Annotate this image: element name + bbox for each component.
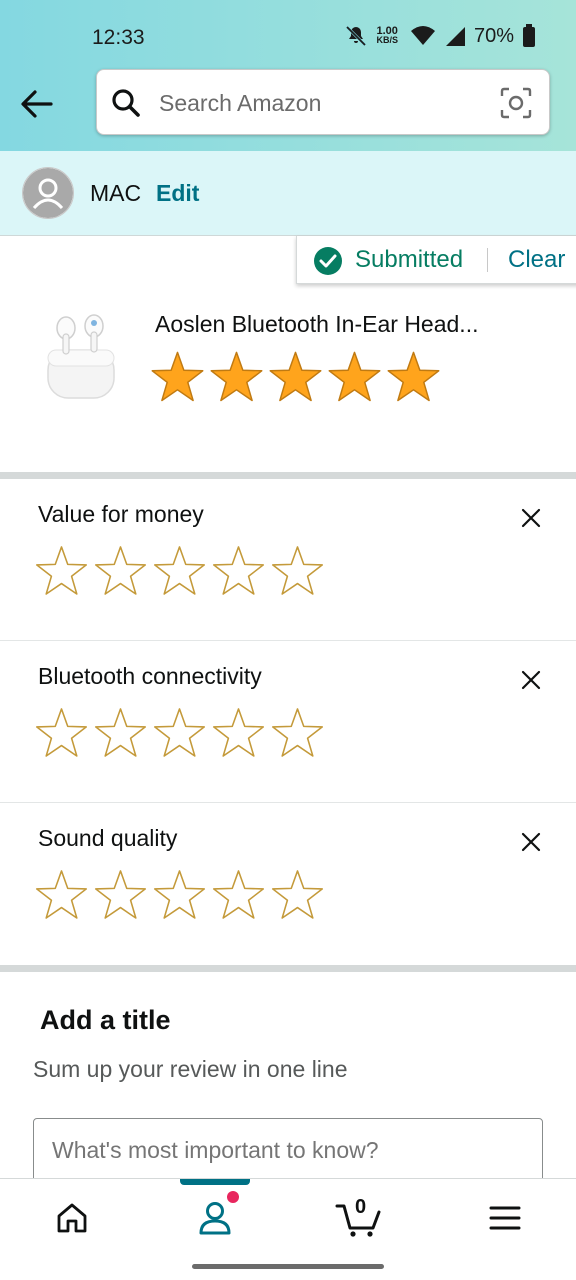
- rating-star-empty[interactable]: [268, 869, 327, 923]
- section-divider: [0, 472, 576, 479]
- section-divider: [0, 965, 576, 972]
- attribute-stars[interactable]: [32, 869, 327, 923]
- submission-status: Submitted Clear: [296, 236, 576, 284]
- back-arrow-icon: [21, 90, 53, 118]
- add-title-subheading: Sum up your review in one line: [33, 1056, 348, 1082]
- attribute-label: Bluetooth connectivity: [38, 663, 262, 689]
- home-icon: [57, 1203, 87, 1233]
- rating-star-empty[interactable]: [209, 707, 268, 761]
- rating-star-empty[interactable]: [150, 869, 209, 923]
- rating-star-empty[interactable]: [91, 707, 150, 761]
- divider: [487, 248, 488, 272]
- rating-star-empty[interactable]: [32, 707, 91, 761]
- status-icons: 1.00 KB/S 70%: [344, 24, 536, 48]
- wifi-icon: [410, 26, 435, 45]
- battery-percent: 70%: [473, 24, 514, 47]
- camera-search-icon[interactable]: [499, 86, 533, 120]
- rating-star-filled[interactable]: [207, 350, 266, 406]
- bottom-nav: [0, 1178, 576, 1257]
- rating-star-empty[interactable]: [150, 545, 209, 599]
- user-bar: MAC Edit: [0, 151, 576, 236]
- signal-icon: [445, 27, 465, 46]
- mute-bell-icon: [346, 25, 367, 47]
- rating-star-filled[interactable]: [266, 350, 325, 406]
- avatar-icon: [23, 168, 73, 218]
- rating-star-empty[interactable]: [32, 869, 91, 923]
- search-box[interactable]: [96, 69, 550, 135]
- attribute-row-bluetooth-connectivity: Bluetooth connectivity: [0, 641, 576, 803]
- attribute-stars[interactable]: [32, 545, 327, 599]
- rating-star-empty[interactable]: [268, 545, 327, 599]
- net-speed-unit: KB/S: [376, 35, 398, 45]
- nav-menu[interactable]: [433, 1179, 576, 1257]
- close-icon[interactable]: [516, 665, 546, 695]
- overall-rating[interactable]: [148, 350, 443, 406]
- rating-star-empty[interactable]: [209, 869, 268, 923]
- status-time: 12:33: [92, 26, 145, 49]
- cart-count: 0: [355, 1196, 367, 1218]
- rating-star-empty[interactable]: [91, 869, 150, 923]
- close-icon[interactable]: [516, 503, 546, 533]
- rating-star-empty[interactable]: [91, 545, 150, 599]
- top-bar: 12:33 1.00 KB/S 70%: [0, 0, 576, 151]
- rating-star-empty[interactable]: [209, 545, 268, 599]
- attribute-row-sound-quality: Sound quality: [0, 803, 576, 965]
- search-icon: [112, 89, 140, 117]
- rating-star-empty[interactable]: [32, 545, 91, 599]
- attribute-stars[interactable]: [32, 707, 327, 761]
- attribute-label: Sound quality: [38, 825, 178, 851]
- nav-home[interactable]: [0, 1179, 144, 1257]
- rating-star-empty[interactable]: [268, 707, 327, 761]
- user-name: MAC: [90, 180, 142, 206]
- gesture-bar: [192, 1264, 384, 1269]
- search-input[interactable]: [157, 82, 481, 124]
- clear-button[interactable]: Clear: [508, 246, 565, 274]
- battery-icon: [523, 24, 535, 47]
- rating-star-filled[interactable]: [325, 350, 384, 406]
- avatar: [22, 167, 74, 219]
- back-button[interactable]: [16, 84, 56, 124]
- notification-dot: [227, 1191, 239, 1203]
- menu-icon: [489, 1206, 521, 1230]
- attribute-label: Value for money: [38, 501, 204, 527]
- account-icon: [199, 1202, 231, 1235]
- status-bar: 12:33 1.00 KB/S 70%: [0, 0, 576, 70]
- product-image: [38, 308, 124, 404]
- check-circle-icon: [314, 247, 342, 275]
- rating-star-filled[interactable]: [384, 350, 443, 406]
- rating-star-filled[interactable]: [148, 350, 207, 406]
- add-title-heading: Add a title: [40, 1005, 171, 1035]
- rating-star-empty[interactable]: [150, 707, 209, 761]
- product-title: Aoslen Bluetooth In-Ear Head...: [155, 311, 479, 337]
- attribute-row-value-for-money: Value for money: [0, 479, 576, 641]
- nav-account[interactable]: [143, 1179, 287, 1257]
- edit-profile-link[interactable]: Edit: [156, 180, 199, 207]
- close-icon[interactable]: [516, 827, 546, 857]
- submitted-label: Submitted: [355, 246, 464, 273]
- net-speed: 1.00 KB/S: [376, 26, 398, 45]
- earbuds-image: [47, 314, 115, 399]
